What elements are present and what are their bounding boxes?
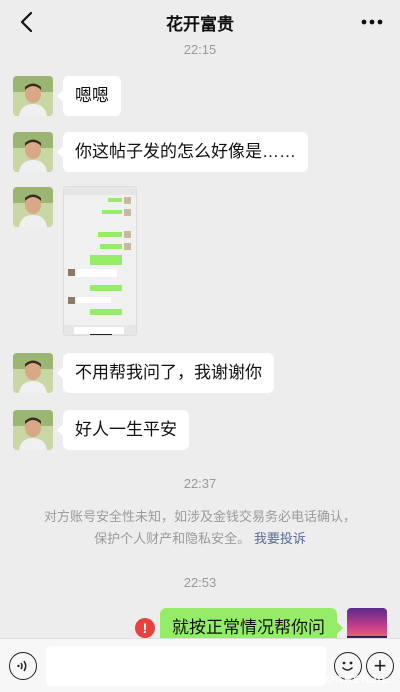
chat-title: 花开富贵: [166, 14, 234, 34]
title-bar: 花开富贵: [0, 0, 400, 44]
avatar[interactable]: [13, 353, 53, 393]
contact-avatar-image: [13, 353, 53, 393]
avatar[interactable]: [13, 76, 53, 116]
timestamp: 22:15: [183, 42, 217, 57]
more-dots-icon: [361, 19, 383, 25]
notice-line-2-wrap: 保护个人财产和隐私安全。 我要投诉: [28, 528, 372, 550]
contact-avatar-image: [13, 410, 53, 450]
chat-screenshot-thumbnail: [64, 187, 136, 335]
image-message[interactable]: [63, 186, 137, 336]
message-bubble[interactable]: 好人一生平安: [57, 410, 189, 450]
chevron-left-icon: [20, 11, 33, 33]
watermark: HUARENJIE: [317, 674, 390, 686]
timestamp: 22:37: [183, 476, 217, 491]
message-bubble[interactable]: 不用帮我问了，我谢谢你: [57, 353, 274, 393]
back-button[interactable]: [12, 8, 40, 36]
message-bubble[interactable]: 你这帖子发的怎么好像是……: [57, 132, 308, 172]
voice-button[interactable]: [9, 652, 37, 680]
send-failed-icon[interactable]: !: [135, 618, 155, 638]
timestamp: 22:53: [183, 575, 217, 590]
more-button[interactable]: [360, 10, 384, 34]
message-bubble[interactable]: 嗯嗯: [57, 76, 121, 116]
report-link[interactable]: 我要投诉: [254, 531, 306, 546]
contact-avatar-image: [13, 76, 53, 116]
avatar[interactable]: [13, 410, 53, 450]
notice-line-2: 保护个人财产和隐私安全。: [94, 531, 251, 546]
avatar[interactable]: [13, 187, 53, 227]
notice-line-1: 对方账号安全性未知，如涉及金钱交易务必电话确认，: [43, 509, 356, 524]
contact-avatar-image: [13, 132, 53, 172]
voice-icon: [17, 660, 27, 672]
avatar[interactable]: [13, 132, 53, 172]
message-input[interactable]: [46, 646, 326, 686]
contact-avatar-image: [13, 187, 53, 227]
safety-notice: 对方账号安全性未知，如涉及金钱交易务必电话确认， 保护个人财产和隐私安全。 我要…: [28, 506, 372, 550]
